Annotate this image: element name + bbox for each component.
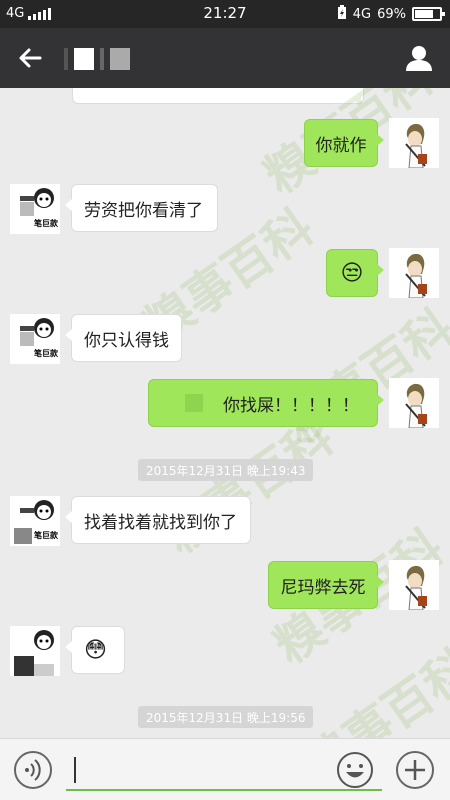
contact-name-redacted — [64, 48, 130, 70]
network-type-right: 4G — [352, 6, 372, 22]
input-bar — [0, 738, 450, 800]
timestamp: 2015年12月31日 晚上19:43 — [138, 459, 314, 481]
message-text: 劳资把你看清了 — [84, 200, 203, 221]
voice-button[interactable] — [14, 751, 52, 789]
message-text: 你找屎！！！！！ — [223, 395, 359, 416]
battery-percent: 69% — [377, 6, 406, 22]
avatar-sticker-text: 笔巨款 — [34, 219, 58, 228]
more-button[interactable] — [396, 751, 434, 789]
message-input[interactable] — [66, 749, 382, 791]
message-bubble-incoming[interactable]: 😳 — [65, 626, 125, 674]
avatar-self[interactable] — [389, 560, 439, 610]
emoji-smiley-icon — [337, 752, 373, 788]
profile-button[interactable] — [404, 43, 434, 73]
voice-icon — [25, 759, 41, 781]
back-button[interactable] — [14, 42, 46, 74]
timestamp: 2015年12月31日 晚上19:56 — [138, 706, 314, 728]
battery-charging-icon — [337, 5, 347, 23]
message-text: 你就作 — [315, 135, 367, 156]
redacted-block — [185, 394, 203, 412]
plus-icon — [405, 760, 425, 780]
message-bubble-outgoing[interactable]: 你就作 — [304, 119, 384, 167]
message-text: 尼玛弊去死 — [280, 577, 366, 598]
avatar-contact[interactable]: 笔巨款 — [10, 184, 60, 234]
emoji-unamused-icon: 😒 — [340, 260, 364, 286]
arrow-left-icon — [19, 48, 42, 68]
avatar-self[interactable] — [389, 378, 439, 428]
message-bubble-incoming[interactable]: 劳资把你看清了 — [65, 184, 218, 232]
avatar-self[interactable] — [389, 118, 439, 168]
message-bubble-outgoing[interactable]: 你找屎！！！！！ — [148, 379, 384, 427]
avatar-contact[interactable] — [10, 626, 60, 676]
watermark: 糗事百科 — [274, 299, 450, 456]
avatar-contact[interactable]: 笔巨款 — [10, 496, 60, 546]
status-bar: 4G 21:27 4G 69% — [0, 0, 450, 28]
message-list[interactable]: 糗事百科 糗事百科 糗事百科 糗事百科 糗事百科 糗事百科 你就作 笔巨款 劳资… — [0, 88, 450, 738]
emoji-button[interactable] — [336, 751, 374, 789]
emoji-flushed-icon: 😳 — [84, 637, 107, 663]
avatar-sticker-text: 笔巨款 — [34, 349, 58, 358]
avatar-sticker-text: 笔巨款 — [34, 531, 58, 540]
message-bubble-incoming[interactable]: 找着找着就找到你了 — [65, 496, 251, 544]
avatar-contact[interactable]: 笔巨款 — [10, 314, 60, 364]
message-bubble-incoming[interactable]: 你只认得钱 — [65, 314, 182, 362]
text-cursor — [74, 757, 76, 783]
message-text: 找着找着就找到你了 — [84, 512, 237, 533]
person-icon — [406, 46, 432, 71]
message-bubble-outgoing[interactable]: 😒 — [326, 249, 384, 297]
message-bubble-partial[interactable] — [72, 88, 364, 104]
message-text: 你只认得钱 — [84, 330, 169, 351]
chat-header — [0, 28, 450, 88]
status-right: 4G 69% — [337, 5, 445, 23]
battery-icon — [412, 7, 445, 21]
message-bubble-outgoing[interactable]: 尼玛弊去死 — [268, 561, 384, 609]
avatar-self[interactable] — [389, 248, 439, 298]
